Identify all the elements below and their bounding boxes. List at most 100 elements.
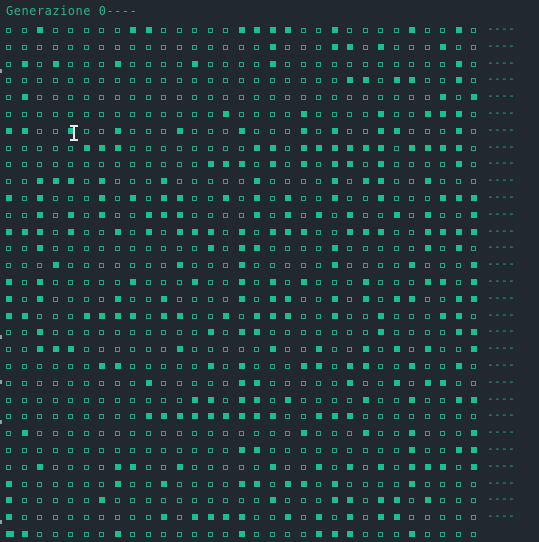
dead-cell [347, 61, 352, 67]
dead-cell [68, 78, 73, 84]
grid-row: ---- [6, 23, 536, 38]
alive-cell [176, 312, 183, 319]
dead-cell [114, 246, 120, 252]
terminal-window[interactable]: Generazione 0---- ---- ---- ---- ---- ---- --… [0, 0, 539, 537]
dead-cell [83, 431, 89, 437]
dead-cell [130, 481, 135, 487]
dead-cell [300, 414, 306, 420]
dead-cell [207, 347, 213, 353]
dead-cell [99, 296, 104, 302]
alive-cell [238, 295, 245, 302]
dead-cell [130, 145, 135, 151]
dead-cell [52, 380, 58, 386]
dead-cell [440, 347, 445, 353]
dead-cell [316, 380, 321, 386]
alive-cell [362, 228, 369, 235]
dead-cell [455, 464, 461, 470]
alive-cell [254, 245, 260, 252]
alive-cell [207, 514, 214, 521]
dead-cell [409, 498, 414, 504]
dead-cell [409, 196, 414, 201]
dead-cell [378, 397, 383, 403]
alive-cell [238, 27, 245, 33]
dead-cell [99, 464, 104, 470]
dead-cell [130, 212, 135, 218]
dead-cell [52, 448, 58, 453]
dead-cell [161, 78, 166, 84]
dead-cell [83, 78, 89, 84]
dead-cell [223, 347, 228, 353]
dead-cell [440, 128, 445, 134]
dead-cell [285, 280, 290, 285]
dead-cell [21, 296, 27, 302]
alive-cell [409, 77, 415, 84]
dead-cell [362, 44, 368, 50]
row-suffix: ---- [487, 206, 516, 220]
alive-cell [316, 211, 322, 218]
dead-cell [52, 212, 58, 218]
alive-cell [21, 127, 28, 134]
dead-cell [68, 296, 73, 302]
dead-cell [52, 296, 58, 302]
dead-cell [114, 431, 120, 437]
alive-cell [207, 413, 214, 420]
dead-cell [192, 364, 197, 369]
dead-cell [362, 112, 368, 117]
alive-cell [378, 312, 384, 319]
alive-cell [99, 178, 105, 185]
dead-cell [285, 112, 290, 117]
row-suffix: ---- [487, 391, 516, 405]
dead-cell [440, 414, 445, 420]
alive-cell [285, 228, 291, 235]
dead-cell [300, 498, 306, 504]
dead-cell [68, 162, 73, 168]
dead-cell [145, 347, 151, 353]
alive-cell [238, 161, 245, 168]
alive-cell [455, 60, 462, 67]
dead-cell [52, 78, 58, 84]
dead-cell [68, 498, 73, 504]
dead-cell [223, 179, 228, 185]
dead-cell [331, 229, 337, 235]
dead-cell [114, 380, 120, 386]
dead-cell [68, 431, 73, 437]
dead-cell [130, 330, 135, 336]
dead-cell [68, 263, 73, 269]
dead-cell [393, 364, 399, 369]
alive-cell [114, 463, 121, 470]
dead-cell [145, 330, 151, 336]
dead-cell [285, 347, 290, 353]
dead-cell [145, 431, 151, 437]
alive-cell [331, 245, 338, 252]
dead-cell [192, 464, 197, 470]
dead-cell [176, 431, 182, 437]
dead-cell [145, 296, 151, 302]
row-suffix: ---- [487, 425, 516, 439]
dead-cell [192, 481, 197, 487]
alive-cell [285, 295, 291, 302]
alive-cell [99, 363, 105, 369]
grid-row: ---- [6, 157, 536, 172]
dead-cell [176, 145, 182, 151]
dead-cell [471, 44, 476, 50]
dead-cell [362, 481, 368, 487]
dead-cell [409, 162, 414, 168]
dead-cell [440, 263, 445, 269]
dead-cell [83, 515, 89, 521]
dead-cell [21, 196, 27, 201]
dead-cell [130, 448, 135, 453]
alive-cell [114, 144, 121, 151]
dead-cell [207, 95, 213, 101]
dead-cell [440, 179, 445, 185]
dead-cell [223, 28, 228, 33]
alive-cell [316, 531, 322, 537]
dead-cell [440, 431, 445, 437]
alive-cell [393, 379, 400, 386]
alive-cell [99, 211, 105, 218]
dead-cell [207, 128, 213, 134]
dead-cell [316, 44, 321, 50]
dead-cell [471, 532, 476, 537]
dead-cell [362, 380, 368, 386]
alive-cell [37, 329, 43, 336]
alive-cell [285, 195, 291, 201]
